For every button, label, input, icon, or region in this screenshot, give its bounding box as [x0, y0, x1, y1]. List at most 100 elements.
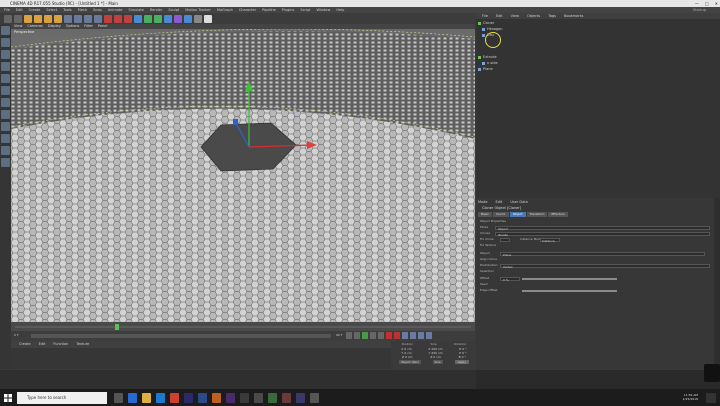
file-explorer-icon[interactable] [142, 393, 151, 403]
minimize-button[interactable]: — [695, 0, 699, 7]
object-manager[interactable] [476, 13, 720, 198]
attr-menu-mode[interactable]: Mode [478, 200, 488, 204]
object-row-extrude[interactable]: Extrude [478, 55, 497, 60]
frame-range-slider[interactable] [31, 334, 331, 338]
axis-mode-icon[interactable] [1, 110, 10, 119]
mat-menu-create[interactable]: Create [19, 341, 31, 348]
after-effects-icon[interactable] [226, 393, 235, 403]
make-editable-icon[interactable] [1, 26, 10, 35]
next-frame-icon[interactable] [370, 332, 376, 339]
store-icon[interactable] [156, 393, 165, 403]
points-mode-icon[interactable] [1, 74, 10, 83]
tab-coord[interactable]: Coord. [492, 212, 509, 217]
undo-icon[interactable] [4, 14, 12, 23]
tab-effectors[interactable]: Effectors [548, 212, 568, 217]
scroll-icon[interactable] [704, 364, 720, 382]
timeline[interactable] [11, 322, 475, 331]
taskbar-search-input[interactable]: Type here to search [17, 392, 107, 404]
app-icon[interactable] [268, 393, 277, 403]
offset-slider[interactable] [522, 277, 617, 280]
object-link-field[interactable]: Plane [500, 251, 705, 257]
app-icon[interactable] [296, 393, 305, 403]
attr-menu-user-data[interactable]: User Data [510, 200, 527, 204]
camera-icon[interactable] [194, 14, 202, 23]
scale-key-icon[interactable] [418, 332, 424, 339]
task-view-icon[interactable] [114, 393, 123, 403]
chrome-icon[interactable] [170, 393, 179, 403]
om-menu-tags[interactable]: Tags [548, 13, 556, 19]
om-menu-edit[interactable]: Edit [496, 13, 503, 19]
clones-select[interactable]: Iterate [495, 231, 710, 237]
tab-object[interactable]: Object [509, 212, 526, 217]
object-row-nside[interactable]: n-side [482, 61, 498, 66]
apply-button[interactable]: Apply [454, 360, 470, 364]
workplane-icon[interactable] [1, 62, 10, 71]
edge-browser-icon[interactable] [128, 393, 137, 403]
goto-end-icon[interactable] [378, 332, 384, 339]
instance-mode-select[interactable]: Instance [540, 237, 560, 243]
mat-menu-function[interactable]: Function [53, 341, 68, 348]
mat-menu-texture[interactable]: Texture [76, 341, 89, 348]
notification-icon[interactable] [706, 393, 716, 403]
cinema4d-icon[interactable] [240, 393, 249, 403]
coord-mode-select[interactable]: Object (Rel) [398, 360, 421, 364]
prev-frame-icon[interactable] [354, 332, 360, 339]
deformer-icon[interactable] [174, 14, 182, 23]
x-axis-icon[interactable] [64, 14, 72, 23]
tab-transform[interactable]: Transform [526, 212, 548, 217]
offset-field[interactable]: 0 % [500, 276, 520, 282]
end-frame[interactable]: 90 F [336, 333, 343, 337]
coord-system-icon[interactable] [94, 14, 102, 23]
render-picture-icon[interactable] [114, 14, 122, 23]
viewport-perspective[interactable]: Perspective [11, 29, 475, 322]
attribute-scrollbar[interactable] [714, 198, 720, 370]
nurbs-icon[interactable] [154, 14, 162, 23]
model-mode-icon[interactable] [1, 38, 10, 47]
scene-icon[interactable] [184, 14, 192, 23]
rotate-icon[interactable] [54, 14, 62, 23]
distribution-select[interactable]: Vertex [500, 263, 710, 269]
fix-clone-checkbox[interactable] [500, 237, 510, 242]
snap-icon[interactable] [1, 134, 10, 143]
tab-basic[interactable]: Basic [478, 212, 492, 217]
coord-field[interactable]: Z 0 cm [430, 355, 440, 359]
texture-mode-icon[interactable] [1, 50, 10, 59]
edge-offset-slider[interactable] [522, 289, 617, 292]
attr-menu-edit[interactable]: Edit [496, 200, 503, 204]
object-row-plane[interactable]: Plane [478, 67, 493, 72]
om-menu-objects[interactable]: Objects [527, 13, 540, 19]
record-icon[interactable] [386, 332, 392, 339]
cube-icon[interactable] [134, 14, 142, 23]
edges-mode-icon[interactable] [1, 86, 10, 95]
close-button[interactable]: ✕ [715, 0, 718, 7]
maximize-button[interactable]: □ [705, 0, 709, 7]
om-menu-bookmarks[interactable]: Bookmarks [564, 13, 584, 19]
current-frame[interactable]: 0 F [14, 333, 19, 337]
tweak-icon[interactable] [1, 122, 10, 131]
position-key-icon[interactable] [410, 332, 416, 339]
autokey-icon[interactable] [394, 332, 400, 339]
render-settings-icon[interactable] [124, 14, 132, 23]
photoshop-icon[interactable] [198, 393, 207, 403]
om-menu-view[interactable]: View [511, 13, 519, 19]
premiere-icon[interactable] [184, 393, 193, 403]
mode-select[interactable]: Object [495, 225, 710, 231]
app-icon[interactable] [282, 393, 291, 403]
windows-start-icon[interactable] [4, 394, 12, 402]
y-axis-icon[interactable] [74, 14, 82, 23]
render-view-icon[interactable] [104, 14, 112, 23]
planar-icon[interactable] [1, 158, 10, 167]
mograph-icon[interactable] [164, 14, 172, 23]
taskbar-clock[interactable]: 11:59 AM 1/25/2018 [683, 393, 698, 401]
redo-icon[interactable] [14, 14, 22, 23]
mat-menu-edit[interactable]: Edit [39, 341, 46, 348]
app-icon[interactable] [310, 393, 319, 403]
rotation-key-icon[interactable] [426, 332, 432, 339]
coord-size-select[interactable]: Size [432, 360, 443, 364]
light-icon[interactable] [204, 14, 212, 23]
z-axis-icon[interactable] [84, 14, 92, 23]
scale-icon[interactable] [44, 14, 52, 23]
move-icon[interactable] [34, 14, 42, 23]
om-menu-file[interactable]: File [482, 13, 488, 19]
lock-workplane-icon[interactable] [1, 146, 10, 155]
